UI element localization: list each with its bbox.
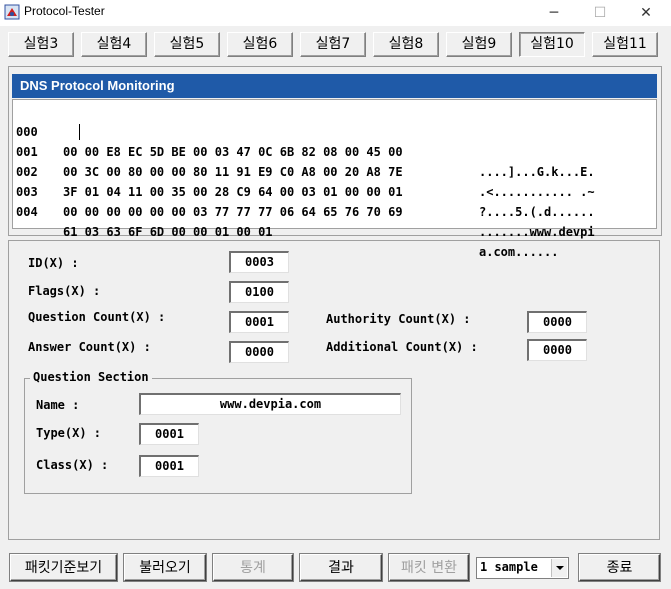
answer-count-field[interactable]: 0000: [229, 341, 289, 363]
tab-실험5[interactable]: 실험5: [154, 32, 220, 57]
result-button[interactable]: 결과: [300, 554, 382, 581]
class-field[interactable]: 0001: [139, 455, 199, 477]
question-count-label: Question Count(X) :: [28, 310, 166, 324]
hex-bytes: 00 00 E8 EC 5D BE 00 03 47 0C 6B 82 08 0…: [63, 145, 403, 159]
load-button[interactable]: 불러오기: [124, 554, 206, 581]
answer-count-label: Answer Count(X) :: [28, 340, 151, 354]
chevron-down-icon[interactable]: [551, 559, 567, 577]
stats-button[interactable]: 통계: [213, 554, 293, 581]
packet-standard-view-button[interactable]: 패킷기준보기: [10, 554, 117, 581]
id-label: ID(X) :: [28, 256, 79, 270]
question-section-title: Question Section: [30, 370, 152, 384]
hex-row: 002 3F 01 04 11 00 35 00 28 C9 64 00 03 …: [13, 142, 595, 219]
text-caret: [79, 124, 80, 140]
flags-label: Flags(X) :: [28, 284, 101, 298]
tab-실험10[interactable]: 실험10: [519, 32, 585, 57]
hex-ascii: .<........... .~: [479, 185, 595, 199]
sample-select[interactable]: 1 sample: [476, 557, 569, 579]
hex-bytes: 00 3C 00 80 00 00 80 11 91 E9 C0 A8 00 2…: [63, 165, 403, 179]
authority-count-field[interactable]: 0000: [527, 311, 587, 333]
window-title: Protocol-Tester: [24, 4, 105, 18]
class-label: Class(X) :: [36, 458, 109, 472]
hex-dump[interactable]: 000 00 00 E8 EC 5D BE 00 03 47 0C 6B 82 …: [12, 99, 657, 259]
title-bar: Protocol-Tester ─ ☐ ✕: [0, 0, 671, 26]
hex-ascii: ?....5.(.d......: [479, 205, 595, 219]
additional-count-field[interactable]: 0000: [527, 339, 587, 361]
hex-ascii: .......www.devpi: [479, 225, 595, 239]
monitor-title: DNS Protocol Monitoring: [12, 74, 657, 98]
tab-실험6[interactable]: 실험6: [227, 32, 293, 57]
maximize-button[interactable]: ☐: [577, 0, 623, 26]
hex-offset: 004: [16, 205, 38, 219]
hex-bytes: 61 03 63 6F 6D 00 00 01 00 01: [63, 225, 273, 239]
hex-bytes: 00 00 00 00 00 00 03 77 77 77 06 64 65 7…: [63, 205, 403, 219]
tab-실험9[interactable]: 실험9: [446, 32, 512, 57]
name-field[interactable]: www.devpia.com: [139, 393, 401, 415]
hex-row: 001 00 3C 00 80 00 00 80 11 91 E9 C0 A8 …: [13, 122, 595, 199]
id-field[interactable]: 0003: [229, 251, 289, 273]
name-label: Name :: [36, 398, 80, 412]
exit-button[interactable]: 종료: [579, 554, 660, 581]
hex-ascii: ....]...G.k...E.: [479, 165, 595, 179]
hex-row: 004 61 03 63 6F 6D 00 00 01 00 01 a.com.…: [13, 182, 558, 259]
flags-field[interactable]: 0100: [229, 281, 289, 303]
close-button[interactable]: ✕: [623, 0, 669, 26]
authority-count-label: Authority Count(X) :: [326, 312, 471, 326]
sample-select-value: 1 sample: [480, 560, 538, 574]
hex-row: 003 00 00 00 00 00 00 03 77 77 77 06 64 …: [13, 162, 595, 239]
question-count-field[interactable]: 0001: [229, 311, 289, 333]
packet-convert-button[interactable]: 패킷 변환: [389, 554, 469, 581]
tab-실험4[interactable]: 실험4: [81, 32, 147, 57]
minimize-button[interactable]: ─: [531, 0, 577, 26]
tab-실험3[interactable]: 실험3: [8, 32, 74, 57]
hex-bytes: 3F 01 04 11 00 35 00 28 C9 64 00 03 01 0…: [63, 185, 403, 199]
tab-실험11[interactable]: 실험11: [592, 32, 658, 57]
type-field[interactable]: 0001: [139, 423, 199, 445]
tab-실험8[interactable]: 실험8: [373, 32, 439, 57]
additional-count-label: Additional Count(X) :: [326, 340, 478, 354]
type-label: Type(X) :: [36, 426, 102, 440]
app-icon: [4, 4, 20, 20]
hex-row: 000 00 00 E8 EC 5D BE 00 03 47 0C 6B 82 …: [13, 102, 595, 179]
tab-실험7[interactable]: 실험7: [300, 32, 366, 57]
